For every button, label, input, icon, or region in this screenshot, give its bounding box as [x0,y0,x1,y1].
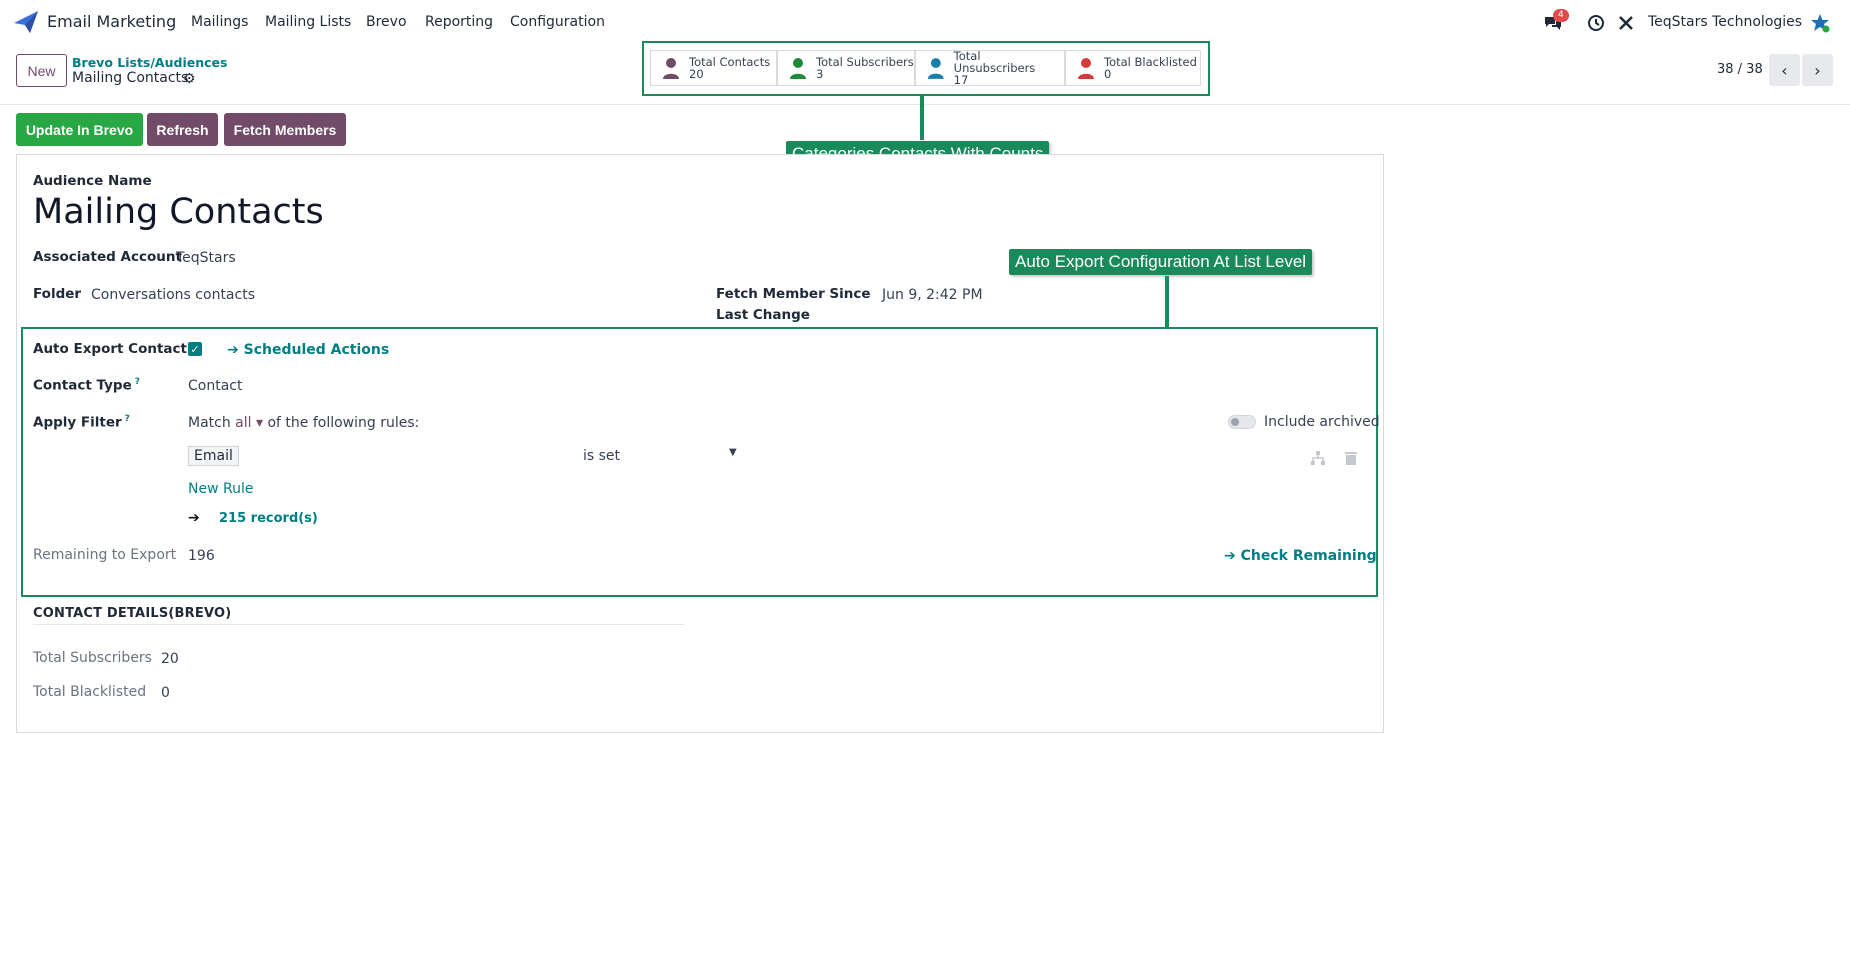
arrow-right-icon: ➔ [227,342,244,358]
total-subscribers-label: Total Subscribers [33,650,152,666]
stat-label: Total Subscribers [816,55,914,69]
folder-field[interactable]: Conversations contacts [91,287,255,303]
branch-icon[interactable] [1310,450,1326,466]
breadcrumb[interactable]: Brevo Lists/Audiences [72,55,227,70]
audience-name-label: Audience Name [33,173,152,189]
callout-auto-export: Auto Export Configuration At List Level [1009,249,1313,275]
stat-total-subscribers[interactable]: Total Subscribers 3 [777,50,915,86]
contact-type-field[interactable]: Contact [188,378,242,394]
folder-label: Folder [33,286,82,302]
caret-down-icon[interactable]: ▼ [729,447,737,458]
gear-icon[interactable]: ⚙ [183,71,196,87]
section-divider [33,624,685,625]
chat-badge: 4 [1553,9,1569,22]
new-button[interactable]: New [16,54,67,87]
person-icon [663,58,679,79]
person-icon [1078,58,1094,79]
user-avatar-icon[interactable] [1810,13,1830,33]
app-logo-icon[interactable] [14,11,38,33]
contact-type-label-text: Contact Type [33,377,132,394]
fetch-since-field[interactable]: Jun 9, 2:42 PM [882,287,983,303]
menu-reporting[interactable]: Reporting [425,14,493,30]
include-archived-toggle[interactable] [1228,415,1256,429]
refresh-button[interactable]: Refresh [147,113,218,146]
total-blacklisted-label: Total Blacklisted [33,684,147,700]
update-in-brevo-button[interactable]: Update In Brevo [16,113,143,146]
auto-export-label: Auto Export Contact? [33,341,195,357]
stat-total-blacklisted[interactable]: Total Blacklisted 0 [1065,50,1201,86]
apply-filter-label-text: Apply Filter [33,414,122,431]
match-rule-sentence: Match all ▾ of the following rules: [188,415,419,431]
rule-operator-select[interactable]: is set [583,448,620,464]
person-icon [927,58,944,79]
tools-icon[interactable] [1616,13,1636,33]
match-suffix: of the following rules: [267,415,420,431]
new-rule-link[interactable]: New Rule [188,481,253,497]
scheduled-actions-label: Scheduled Actions [243,342,390,358]
chevron-right-icon: › [1814,60,1821,80]
match-prefix: Match [188,415,231,431]
scheduled-actions-link[interactable]: ➔ Scheduled Actions [227,342,389,358]
menu-mailing-lists[interactable]: Mailing Lists [265,14,351,30]
top-navbar: Email Marketing Mailings Mailing Lists B… [0,0,1850,45]
trash-icon[interactable] [1344,450,1358,466]
stat-total-unsubscribers[interactable]: Total Unsubscribers 17 [915,50,1065,86]
record-title: Mailing Contacts [72,70,189,86]
stat-count: 3 [816,67,824,81]
associated-account-field[interactable]: TeqStars [176,250,236,266]
apply-filter-label: Apply Filter? [33,414,130,431]
help-icon[interactable]: ? [125,414,130,424]
fetch-since-label-line2: Last Change [716,307,810,323]
menu-configuration[interactable]: Configuration [510,14,605,30]
clock-icon[interactable] [1586,13,1606,33]
match-select[interactable]: all ▾ [235,415,263,431]
remaining-export-value: 196 [188,548,215,564]
stat-label: Total Unsubscribers [953,49,1036,75]
pager-value[interactable]: 38 / 38 [1717,62,1763,77]
arrow-right-icon: ➔ [1224,548,1241,564]
pager-previous-button[interactable]: ‹ [1769,54,1800,86]
menu-brevo[interactable]: Brevo [366,14,407,30]
include-archived-label: Include archived [1264,414,1380,430]
arrow-right-icon: ➔ [188,510,200,526]
associated-account-label: Associated Account [33,249,182,265]
check-remaining-label: Check Remaining [1240,548,1377,564]
caret-down-icon: ▾ [255,415,264,431]
audience-name-field[interactable]: Mailing Contacts [33,192,324,232]
pager-next-button[interactable]: › [1802,54,1833,86]
section-title-contact-details: CONTACT DETAILS(BREVO) [33,606,232,621]
records-link[interactable]: 215 record(s) [219,511,318,526]
callout-connector [1165,276,1169,328]
check-remaining-button[interactable]: ➔ Check Remaining [1224,548,1377,564]
total-subscribers-value[interactable]: 20 [161,651,179,667]
stat-label: Total Blacklisted [1104,55,1197,69]
stat-count: 20 [689,67,704,81]
fetch-since-label: Fetch Member Since [716,286,871,302]
check-icon: ✓ [190,342,200,356]
person-icon [790,58,806,79]
callout-connector [920,96,924,140]
fetch-members-button[interactable]: Fetch Members [224,113,346,146]
remaining-export-label: Remaining to Export [33,547,177,563]
help-icon[interactable]: ? [135,377,140,387]
chevron-left-icon: ‹ [1781,60,1788,80]
stat-total-contacts[interactable]: Total Contacts 20 [650,50,777,86]
stat-count: 17 [953,73,969,87]
app-name[interactable]: Email Marketing [47,12,176,31]
stat-count: 0 [1104,67,1112,81]
match-value: all [235,415,252,431]
rule-field-select[interactable]: Email [188,446,239,466]
menu-mailings[interactable]: Mailings [191,14,248,30]
total-blacklisted-value[interactable]: 0 [161,685,170,701]
company-switcher[interactable]: TeqStars Technologies [1648,14,1802,30]
contact-type-label: Contact Type? [33,377,140,394]
auto-export-checkbox[interactable]: ✓ [188,342,202,356]
